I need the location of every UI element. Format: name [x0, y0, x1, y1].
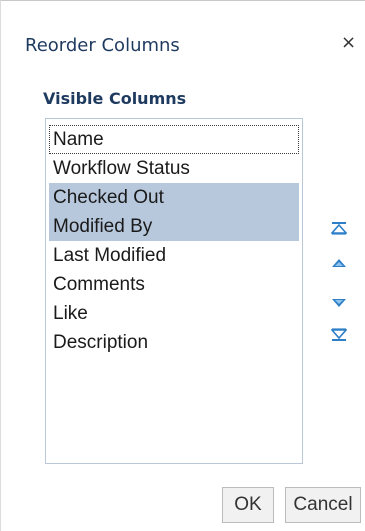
dialog-title: Reorder Columns — [25, 35, 180, 56]
move-up-icon[interactable] — [331, 256, 347, 270]
move-to-bottom-icon[interactable] — [331, 328, 347, 342]
close-icon[interactable]: × — [341, 33, 356, 53]
visible-columns-label: Visible Columns — [43, 89, 187, 108]
list-item-modified-by[interactable]: Modified By — [49, 212, 299, 241]
list-item-comments[interactable]: Comments — [49, 270, 299, 299]
list-item-like[interactable]: Like — [49, 299, 299, 328]
list-item-description[interactable]: Description — [49, 328, 299, 357]
list-item-checked-out[interactable]: Checked Out — [49, 183, 299, 212]
list-item-workflow-status[interactable]: Workflow Status — [49, 154, 299, 183]
cancel-button[interactable]: Cancel — [285, 487, 361, 523]
move-down-icon[interactable] — [331, 296, 347, 310]
reorder-columns-dialog: Reorder Columns × Visible Columns Name W… — [0, 0, 365, 531]
list-item-name[interactable]: Name — [49, 125, 299, 154]
ok-button[interactable]: OK — [222, 487, 274, 523]
list-item-last-modified[interactable]: Last Modified — [49, 241, 299, 270]
visible-columns-listbox[interactable]: Name Workflow Status Checked Out Modifie… — [45, 118, 303, 464]
move-to-top-icon[interactable] — [331, 221, 347, 235]
